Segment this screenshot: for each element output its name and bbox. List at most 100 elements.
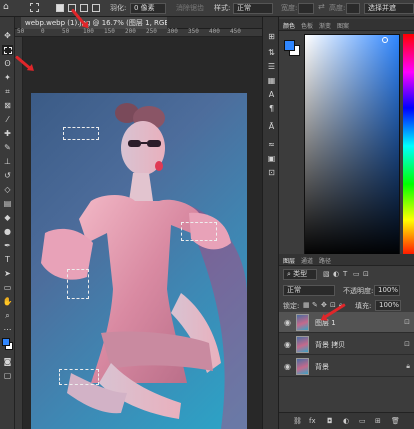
eraser-icon[interactable]: ◇ <box>2 185 13 195</box>
fill-input[interactable]: 100% <box>375 300 401 311</box>
blend-row: 正常 不透明度: 100% <box>279 284 414 298</box>
tab-patterns[interactable]: 图案 <box>337 21 349 30</box>
frame-icon[interactable]: ⊠ <box>2 101 13 111</box>
style-label: 样式: <box>214 4 231 12</box>
panel-icon-strip: ⊞ ⇅ ☰ ▦ A ¶ Ā ≈ ▣ ⊡ <box>262 17 279 429</box>
eye-icon[interactable]: ◉ <box>283 340 292 349</box>
blend-mode-select[interactable]: 正常 <box>283 285 335 296</box>
zoom-icon[interactable]: ⌕ <box>2 311 13 321</box>
dodge-icon[interactable]: ● <box>2 227 13 237</box>
filter-adjust-icon[interactable]: ◐ <box>333 270 339 278</box>
style-select[interactable]: 正常 <box>233 3 273 14</box>
foreground-color-swatch[interactable] <box>2 338 10 346</box>
color-picker-field[interactable] <box>304 34 400 258</box>
lock-pixels-icon[interactable]: ✎ <box>312 301 318 309</box>
toolbar: ✥ ʘ ✦ ⌗ ⊠ ⁄ ✚ ✎ ⊥ ↺ ◇ ▤ ◆ ● ✒ T ➤ ▭ ✋ ⌕ … <box>0 17 15 429</box>
new-layer-icon[interactable]: ⊞ <box>375 417 381 425</box>
eye-icon[interactable]: ◉ <box>283 318 292 327</box>
layer-filter-select[interactable]: ⌕ 类型 <box>283 269 317 280</box>
lock-position-icon[interactable]: ✥ <box>321 301 327 309</box>
antialias-checkbox[interactable]: 消除锯齿 <box>176 3 204 13</box>
eye-icon[interactable]: ◉ <box>283 362 292 371</box>
layer-name: 背景 拷贝 <box>315 341 346 349</box>
tab-color[interactable]: 颜色 <box>283 21 295 30</box>
ruler-tick: 0 <box>41 28 45 35</box>
new-selection-icon[interactable] <box>56 4 64 12</box>
filter-smart-icon[interactable]: ⊡ <box>363 270 369 278</box>
history-brush-icon[interactable]: ↺ <box>2 171 13 181</box>
trash-icon[interactable]: 🗑︎ <box>391 417 400 425</box>
move-icon[interactable]: ✥ <box>2 31 13 41</box>
foreground-color-swatch[interactable] <box>284 40 295 51</box>
tab-channels[interactable]: 通道 <box>301 256 313 265</box>
swap-icon[interactable]: ⇄ <box>318 2 325 11</box>
intersect-selection-icon[interactable] <box>92 4 100 12</box>
gradient-icon[interactable]: ▤ <box>2 199 13 209</box>
glyphs-panel-icon[interactable]: Ā <box>266 121 277 131</box>
selection-marquee <box>59 369 99 385</box>
quick-mask-icon[interactable]: ◙ <box>2 357 13 367</box>
lock-transparent-icon[interactable]: ▦ <box>303 301 310 309</box>
fx-icon[interactable]: fx <box>309 417 316 425</box>
width-input[interactable] <box>298 3 314 14</box>
filter-pixel-icon[interactable]: ▧ <box>323 270 330 278</box>
crop-icon[interactable]: ⌗ <box>2 87 13 97</box>
smart-object-icon: ⊡ <box>404 318 410 326</box>
lasso-icon[interactable]: ʘ <box>2 59 13 69</box>
tab-gradients[interactable]: 渐变 <box>319 21 331 30</box>
layer-row[interactable]: ◉ 背景 🔒︎ <box>279 356 414 377</box>
character-panel-icon[interactable]: A <box>266 89 277 99</box>
opacity-input[interactable]: 100% <box>374 285 400 296</box>
subtract-selection-icon[interactable] <box>80 4 88 12</box>
opacity-label: 不透明度: <box>343 287 374 295</box>
document-canvas[interactable] <box>31 93 247 429</box>
magic-wand-icon[interactable]: ✦ <box>2 73 13 83</box>
color-picker-cursor <box>382 37 388 43</box>
shape-icon[interactable]: ▭ <box>2 283 13 293</box>
marquee-preset-icon[interactable] <box>30 3 39 12</box>
stamp-icon[interactable]: ⊥ <box>2 157 13 167</box>
marquee-icon[interactable] <box>2 45 13 55</box>
eyedropper-icon[interactable]: ⁄ <box>2 115 13 125</box>
ruler-tick: 450 <box>230 28 241 35</box>
width-label: 宽度: <box>281 4 298 12</box>
selection-marquee <box>67 269 89 299</box>
screen-mode-icon[interactable]: ▢ <box>2 371 13 381</box>
pen-icon[interactable]: ✒ <box>2 241 13 251</box>
mask-icon[interactable]: ◘ <box>327 417 333 425</box>
link-layers-icon[interactable]: ⛓ <box>293 417 302 425</box>
hue-slider[interactable] <box>403 34 414 258</box>
filter-type-icon[interactable]: T <box>343 270 347 278</box>
blur-icon[interactable]: ◆ <box>2 213 13 223</box>
layer-row[interactable]: ◉ 背景 拷贝 ⊡ <box>279 334 414 355</box>
paragraph-panel-icon[interactable]: ¶ <box>266 103 277 113</box>
group-icon[interactable]: ▭ <box>359 417 366 425</box>
path-select-icon[interactable]: ➤ <box>2 269 13 279</box>
height-input[interactable] <box>346 3 360 14</box>
brush-settings-icon[interactable]: ≈ <box>266 139 277 149</box>
healing-icon[interactable]: ✚ <box>2 129 13 139</box>
horizontal-ruler: 50 0 50 100 150 200 250 300 350 400 450 <box>15 28 262 37</box>
home-icon[interactable]: ⌂ <box>3 2 9 12</box>
history-panel-icon[interactable]: ⊞ <box>266 31 277 41</box>
styles-panel-icon[interactable]: ⊡ <box>266 167 277 177</box>
tab-layers[interactable]: 图层 <box>283 256 295 265</box>
more-tools-icon[interactable]: … <box>2 323 13 333</box>
hand-icon[interactable]: ✋ <box>2 297 13 307</box>
select-and-mask-button[interactable]: 选择并遮 <box>364 3 414 14</box>
libraries-panel-icon[interactable]: ▦ <box>266 75 277 85</box>
tab-swatches[interactable]: 色板 <box>301 21 313 30</box>
adjust-panel-icon[interactable]: ⇅ <box>266 47 277 57</box>
layer-row[interactable]: ◉ 图层 1 ⊡ <box>279 312 414 333</box>
tab-paths[interactable]: 路径 <box>319 256 331 265</box>
selection-marquee <box>181 222 217 241</box>
feather-input[interactable]: 0 像素 <box>130 3 166 14</box>
adjustment-icon[interactable]: ◐ <box>343 417 349 425</box>
swatches-panel-icon[interactable]: ▣ <box>266 153 277 163</box>
layer-name: 背景 <box>315 363 329 371</box>
type-icon[interactable]: T <box>2 255 13 265</box>
properties-panel-icon[interactable]: ☰ <box>266 61 277 71</box>
ruler-tick: 400 <box>209 28 220 35</box>
brush-icon[interactable]: ✎ <box>2 143 13 153</box>
filter-shape-icon[interactable]: ▭ <box>353 270 360 278</box>
